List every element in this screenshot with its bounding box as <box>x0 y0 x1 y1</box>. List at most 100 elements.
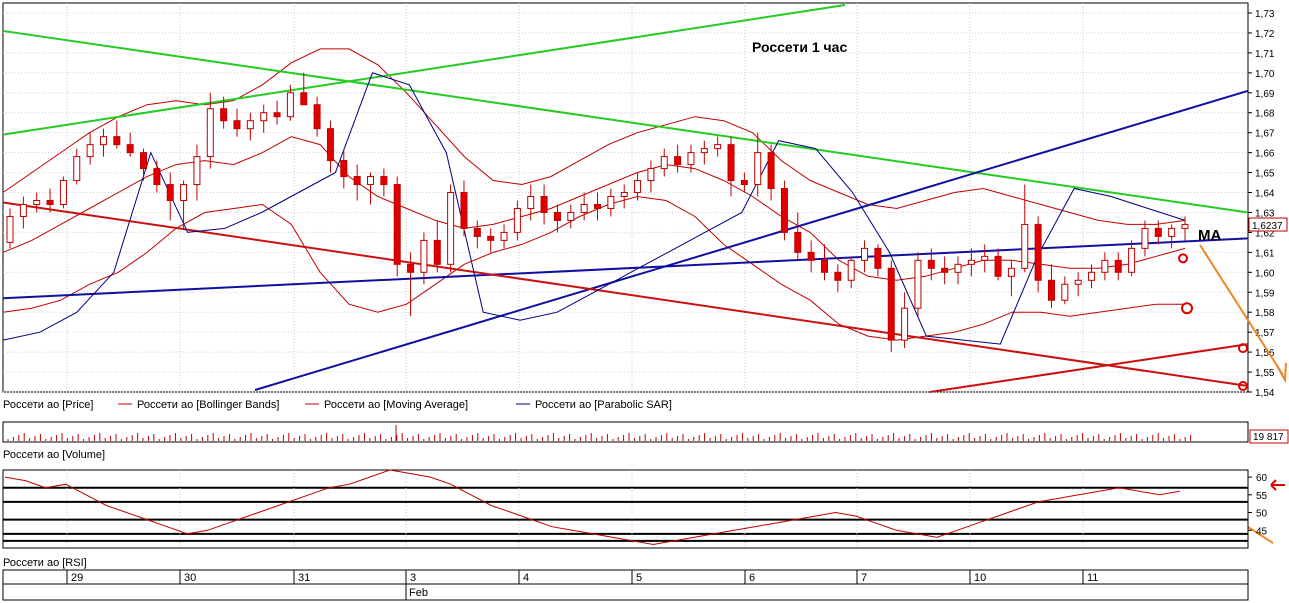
candle-up <box>500 231 508 241</box>
y-tick-label: 1,70 <box>1255 69 1275 80</box>
candle-up <box>1181 223 1189 229</box>
y-tick-label: 1,65 <box>1255 169 1275 180</box>
candle-up <box>206 108 214 158</box>
rsi-y-tick-label: 50 <box>1256 509 1268 520</box>
candle-down <box>340 160 348 178</box>
candle-up <box>954 263 962 273</box>
candle-down <box>740 180 748 186</box>
y-tick-label: 1,55 <box>1255 368 1275 379</box>
candle-up <box>193 156 201 186</box>
candle-up <box>1141 227 1149 249</box>
volume-last-value: 19 817 <box>1253 432 1284 443</box>
candle-up <box>660 156 668 170</box>
rsi-title: Россети ао [RSI] <box>3 557 87 569</box>
candle-up <box>634 180 642 194</box>
chart-title: Россети 1 час <box>752 39 847 55</box>
y-tick-label: 1,59 <box>1255 288 1275 299</box>
candle-up <box>607 196 615 209</box>
candle-up <box>847 259 855 281</box>
candle-up <box>180 184 188 201</box>
y-tick-label: 1,67 <box>1255 129 1275 140</box>
time-axis: 29 30 31 3 4 5 6 7 10 11 Feb <box>2 569 1249 601</box>
candle-down <box>887 267 895 341</box>
candle-up <box>19 203 27 217</box>
x-tick-label: 4 <box>523 572 529 584</box>
candle-up <box>73 156 81 182</box>
candle-down <box>553 211 561 221</box>
candle-down <box>1034 223 1042 281</box>
candle-up <box>527 196 535 209</box>
legend-label: Россети ао [Parabolic SAR] <box>535 399 672 411</box>
candle-up <box>620 192 628 198</box>
rsi-y-tick-label: 60 <box>1256 473 1268 484</box>
candle-up <box>861 247 869 261</box>
candle-up <box>967 259 975 265</box>
candle-up <box>59 180 67 205</box>
candle-up <box>754 152 762 186</box>
candle-down <box>807 251 815 261</box>
rsi-y-tick-label: 55 <box>1256 491 1268 502</box>
last-price-label: 1,6237 <box>1252 221 1283 232</box>
ma-annotation: MA <box>1198 227 1221 244</box>
candle-down <box>1114 259 1122 273</box>
candle-up <box>687 152 695 166</box>
price-panel <box>2 2 1249 393</box>
candle-down <box>927 259 935 269</box>
legend-label: Россети ао [Price] <box>3 399 93 411</box>
candle-down <box>727 144 735 182</box>
candle-up <box>700 148 708 154</box>
candle-up <box>33 199 41 205</box>
candle-down <box>313 104 321 130</box>
candle-down <box>393 184 401 265</box>
candle-up <box>6 215 14 243</box>
candle-up <box>99 136 107 146</box>
candle-up <box>714 144 722 150</box>
candle-up <box>447 192 455 265</box>
y-tick-label: 1,71 <box>1255 49 1275 60</box>
candle-down <box>487 235 495 241</box>
x-tick-label: 29 <box>71 572 83 584</box>
y-tick-label: 1,68 <box>1255 109 1275 120</box>
month-label: Feb <box>409 587 428 599</box>
legend-label: Россети ао [Moving Average] <box>324 399 468 411</box>
x-tick-label: 31 <box>298 572 310 584</box>
candle-up <box>513 207 521 233</box>
candle-up <box>1101 259 1109 273</box>
y-tick-label: 1,64 <box>1255 189 1275 200</box>
y-tick-label: 1,72 <box>1255 29 1275 40</box>
candle-down <box>834 271 842 281</box>
candle-down <box>46 199 54 205</box>
candle-up <box>1074 279 1082 285</box>
candle-down <box>407 263 415 273</box>
candle-up <box>246 120 254 130</box>
candle-down <box>780 188 788 233</box>
y-tick-label: 1,73 <box>1255 9 1275 20</box>
legend-label: Россети ао [Bollinger Bands] <box>137 399 279 411</box>
candle-up <box>647 168 655 182</box>
price-y-axis: 1,73 1,72 1,71 1,70 1,69 1,68 1,67 1,66 1,65 1,64… <box>1248 9 1288 399</box>
chart-canvas: 1,73 1,72 1,71 1,70 1,69 1,68 1,67 1,66 1,65 1,64… <box>2 2 1289 601</box>
candle-down <box>353 176 361 186</box>
candle-up <box>1061 283 1069 301</box>
candle-down <box>874 247 882 269</box>
y-tick-label: 1,61 <box>1255 248 1275 259</box>
x-tick-label: 11 <box>1087 572 1098 584</box>
candle-down <box>473 227 481 237</box>
legend: Россети ао [Price] Россети ао [Bollinger … <box>3 399 672 411</box>
x-tick-label: 7 <box>861 572 867 584</box>
candle-up <box>420 239 428 273</box>
candle-down <box>153 168 161 186</box>
candle-up <box>367 176 375 186</box>
candle-down <box>433 239 441 265</box>
x-tick-label: 30 <box>184 572 196 584</box>
candle-down <box>113 136 121 146</box>
candle-down <box>674 156 682 166</box>
volume-title: Россети ао [Volume] <box>3 449 105 461</box>
candle-down <box>126 144 134 154</box>
candle-up <box>901 307 909 341</box>
candle-up <box>1168 227 1176 237</box>
candle-down <box>380 176 388 186</box>
candle-up <box>1021 223 1029 269</box>
candle-down <box>300 92 308 106</box>
x-tick-label: 6 <box>749 572 755 584</box>
